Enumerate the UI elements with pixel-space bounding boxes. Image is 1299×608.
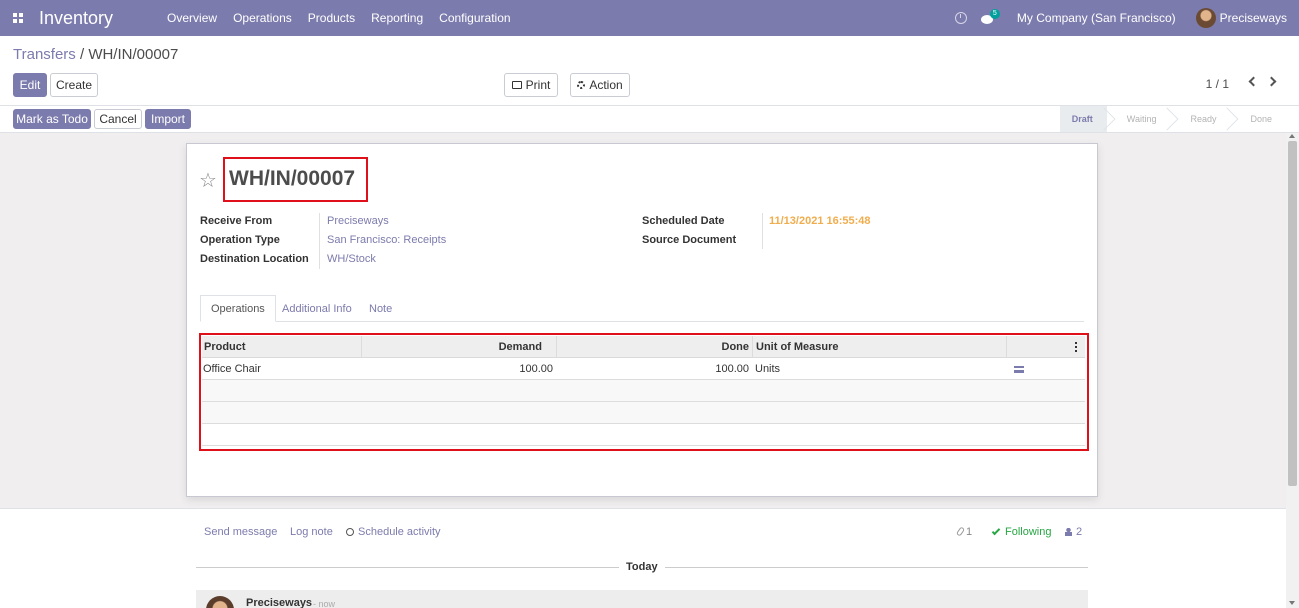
schedule-activity-button[interactable]: Schedule activity — [346, 526, 441, 538]
control-panel: Transfers / WH/IN/00007 Edit Create Prin… — [0, 36, 1299, 106]
favorite-star-icon[interactable]: ☆ — [199, 168, 217, 193]
message-author[interactable]: Preciseways — [246, 597, 312, 608]
operation-type-value[interactable]: San Francisco: Receipts — [327, 234, 446, 246]
field-separator — [319, 213, 320, 269]
divider — [665, 567, 1088, 568]
action-label: Action — [589, 78, 623, 92]
scrollbar-thumb[interactable] — [1288, 141, 1297, 486]
import-button[interactable]: Import — [145, 109, 191, 129]
chat-badge: 5 — [989, 8, 1000, 19]
pager-value[interactable]: 1 / 1 — [1206, 77, 1229, 91]
stage-pipeline: Draft Waiting Ready Done — [1059, 106, 1286, 132]
record-title: WH/IN/00007 — [229, 167, 356, 190]
source-document-label: Source Document — [642, 234, 737, 246]
chatter: Send message Log note Schedule activity … — [0, 508, 1286, 608]
app-title[interactable]: Inventory — [39, 8, 113, 29]
field-separator-right — [762, 213, 763, 249]
print-label: Print — [525, 78, 551, 92]
header-product[interactable]: Product — [204, 336, 246, 358]
cell-demand: 100.00 — [519, 363, 553, 375]
table-empty-row — [202, 424, 1085, 446]
followers-count: 2 — [1076, 526, 1083, 538]
cell-done: 100.00 — [715, 363, 749, 375]
scheduled-date-value: 11/13/2021 16:55:48 — [769, 215, 871, 227]
breadcrumb-current: WH/IN/00007 — [88, 46, 179, 63]
message-item: Preciseways - now — [196, 590, 1088, 608]
company-switcher[interactable]: My Company (San Francisco) — [1017, 11, 1176, 25]
apps-menu-icon[interactable] — [0, 0, 36, 36]
send-message-button[interactable]: Send message — [204, 526, 277, 538]
following-label: Following — [1005, 526, 1052, 538]
following-button[interactable]: Following — [991, 526, 1052, 538]
check-icon — [991, 526, 1001, 536]
action-button[interactable]: Action — [570, 73, 630, 97]
log-note-button[interactable]: Log note — [290, 526, 333, 538]
stage-ready[interactable]: Ready — [1170, 106, 1230, 132]
chevron-left-icon[interactable] — [1248, 76, 1259, 87]
table-header: Product Demand Done Unit of Measure — [202, 336, 1085, 358]
operation-type-label: Operation Type — [200, 234, 280, 246]
receive-from-value[interactable]: Preciseways — [327, 215, 389, 227]
messaging-chat-icon[interactable]: 5 — [980, 8, 1000, 24]
menu-operations[interactable]: Operations — [225, 11, 300, 25]
scheduled-date-label: Scheduled Date — [642, 215, 725, 227]
chevron-right-icon[interactable] — [1266, 76, 1277, 87]
scroll-down-arrow-icon[interactable] — [1289, 601, 1295, 605]
destination-location-label: Destination Location — [200, 253, 309, 265]
table-empty-row — [202, 402, 1085, 424]
menu-overview[interactable]: Overview — [159, 11, 225, 25]
user-menu[interactable]: Preciseways — [1220, 11, 1287, 25]
optional-columns-kebab-icon[interactable] — [1075, 342, 1078, 353]
tab-operations[interactable]: Operations — [200, 295, 276, 322]
stage-done[interactable]: Done — [1230, 106, 1286, 132]
cell-uom: Units — [755, 363, 781, 375]
attachments-button[interactable]: 1 — [955, 526, 973, 538]
print-button[interactable]: Print — [504, 73, 558, 97]
table-row[interactable]: Office Chair 100.00 100.00 Units — [202, 358, 1085, 380]
gear-icon — [577, 81, 586, 89]
header-done[interactable]: Done — [722, 336, 750, 358]
divider — [196, 567, 619, 568]
paperclip-icon — [955, 526, 966, 537]
user-avatar[interactable] — [1195, 8, 1216, 28]
stage-draft[interactable]: Draft — [1059, 106, 1107, 132]
notebook-tabs: Operations Additional Info Note — [200, 295, 1084, 322]
message-time: - now — [313, 599, 336, 608]
main-menu: Overview Operations Products Reporting C… — [159, 11, 519, 25]
detailed-operations-list-icon[interactable] — [1014, 366, 1024, 373]
activity-clock-icon[interactable] — [954, 12, 967, 24]
mark-as-todo-button[interactable]: Mark as Todo — [13, 109, 91, 129]
menu-products[interactable]: Products — [300, 11, 363, 25]
menu-reporting[interactable]: Reporting — [363, 11, 431, 25]
header-unit-of-measure[interactable]: Unit of Measure — [756, 336, 839, 358]
author-avatar[interactable] — [206, 596, 234, 608]
operations-table: Product Demand Done Unit of Measure Offi… — [202, 336, 1085, 446]
menu-configuration[interactable]: Configuration — [431, 11, 518, 25]
stage-waiting[interactable]: Waiting — [1107, 106, 1171, 132]
create-button[interactable]: Create — [50, 73, 98, 97]
print-icon — [511, 81, 522, 89]
breadcrumb-transfers[interactable]: Transfers — [13, 46, 76, 63]
status-bar: Mark as Todo Cancel Import Draft Waiting… — [0, 106, 1299, 133]
schedule-activity-label: Schedule activity — [358, 526, 441, 538]
scrollbar[interactable] — [1286, 133, 1299, 608]
header-demand[interactable]: Demand — [499, 336, 542, 358]
edit-button[interactable]: Edit — [13, 73, 47, 97]
user-icon — [1065, 528, 1072, 536]
top-navbar: Inventory Overview Operations Products R… — [0, 0, 1299, 36]
breadcrumb: Transfers / WH/IN/00007 — [13, 46, 178, 63]
destination-location-value[interactable]: WH/Stock — [327, 253, 376, 265]
attachment-count: 1 — [966, 526, 973, 538]
tab-additional-info[interactable]: Additional Info — [282, 295, 352, 322]
today-separator: Today — [626, 561, 658, 573]
cell-product: Office Chair — [203, 363, 261, 375]
receive-from-label: Receive From — [200, 215, 273, 227]
breadcrumb-separator: / — [75, 46, 89, 63]
tab-note[interactable]: Note — [369, 295, 392, 322]
followers-button[interactable]: 2 — [1065, 526, 1082, 538]
scroll-up-arrow-icon[interactable] — [1289, 134, 1295, 138]
clock-icon — [346, 528, 354, 536]
table-empty-row — [202, 380, 1085, 402]
cancel-button[interactable]: Cancel — [94, 109, 142, 129]
